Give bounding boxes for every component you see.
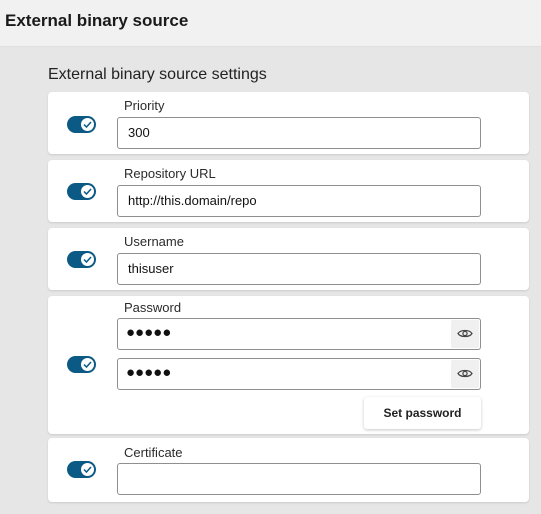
show-password-confirm-button[interactable]	[451, 360, 479, 388]
username-card: Username thisuser	[48, 228, 529, 290]
page-header: External binary source	[0, 0, 541, 47]
username-label: Username	[124, 234, 184, 249]
password-masked-value: ●●●●●	[126, 324, 172, 341]
check-icon	[81, 118, 94, 131]
certificate-input[interactable]	[117, 463, 481, 495]
check-icon	[81, 358, 94, 371]
section-title: External binary source settings	[48, 66, 267, 83]
username-input[interactable]: thisuser	[117, 253, 481, 285]
password-toggle[interactable]	[67, 356, 96, 373]
certificate-label: Certificate	[124, 445, 183, 460]
priority-card: Priority 300	[48, 92, 529, 154]
certificate-card: Certificate	[48, 438, 529, 502]
eye-icon	[457, 369, 473, 378]
password-input[interactable]: ●●●●●	[117, 318, 481, 350]
set-password-button[interactable]: Set password	[364, 397, 481, 429]
password-card: Password ●●●●● ●●●●● Set password	[48, 296, 529, 434]
priority-toggle[interactable]	[67, 116, 96, 133]
check-icon	[81, 253, 94, 266]
password-confirm-masked-value: ●●●●●	[126, 364, 172, 381]
priority-label: Priority	[124, 98, 165, 113]
repository-url-card: Repository URL http://this.domain/repo	[48, 160, 529, 222]
eye-icon	[457, 329, 473, 338]
check-icon	[81, 185, 94, 198]
check-icon	[81, 463, 94, 476]
show-password-button[interactable]	[451, 320, 479, 348]
repository-url-input[interactable]: http://this.domain/repo	[117, 185, 481, 217]
username-toggle[interactable]	[67, 251, 96, 268]
priority-input[interactable]: 300	[117, 117, 481, 149]
page-title: External binary source	[5, 11, 189, 30]
repository-url-toggle[interactable]	[67, 183, 96, 200]
password-label: Password	[124, 300, 182, 315]
repository-url-label: Repository URL	[124, 166, 216, 181]
certificate-toggle[interactable]	[67, 461, 96, 478]
password-confirm-input[interactable]: ●●●●●	[117, 358, 481, 390]
